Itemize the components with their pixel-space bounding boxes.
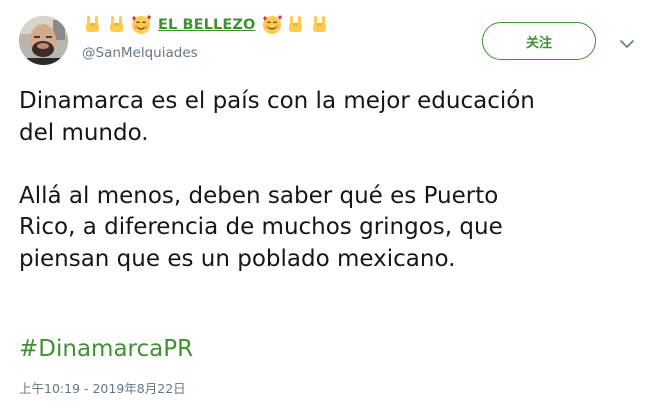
hashtag-link[interactable]: #DinamarcaPR [19, 334, 193, 365]
rock-on-hand-icon [285, 14, 307, 36]
tweet-text-line: del mundo. [19, 119, 149, 146]
tweet-text-line: piensan que es un poblado mexicano. [19, 245, 456, 272]
display-name-link[interactable]: EL BELLEZO [82, 13, 331, 37]
tweet-text-line: Dinamarca es el país con la mejor educac… [19, 88, 535, 114]
chevron-down-icon [620, 40, 634, 48]
display-name: EL BELLEZO [158, 17, 256, 33]
avatar[interactable] [19, 16, 68, 65]
rock-on-hand-icon [309, 14, 331, 36]
tweet-text: Dinamarca es el país con la mejor educac… [19, 86, 639, 275]
tweet-text-line: Rico, a diferencia de muchos gringos, qu… [19, 214, 503, 240]
smiling-face-with-hearts-icon [261, 14, 283, 36]
avatar-photo-icon [19, 16, 68, 65]
rock-on-hand-icon [106, 14, 128, 36]
tweet-text-line: Allá al menos, deben saber qué es Puerto [19, 182, 499, 209]
username[interactable]: @SanMelquiades [82, 45, 198, 61]
tweet-card: EL BELLEZO @SanMelquiades 关注 Dinamarca e… [0, 0, 662, 411]
rock-on-hand-icon [82, 14, 104, 36]
tweet-timestamp[interactable]: 上午10:19 - 2019年8月22日 [19, 378, 186, 397]
smiling-face-with-hearts-icon [130, 14, 152, 36]
follow-button[interactable]: 关注 [482, 22, 596, 60]
tweet-menu-button[interactable] [617, 36, 637, 50]
